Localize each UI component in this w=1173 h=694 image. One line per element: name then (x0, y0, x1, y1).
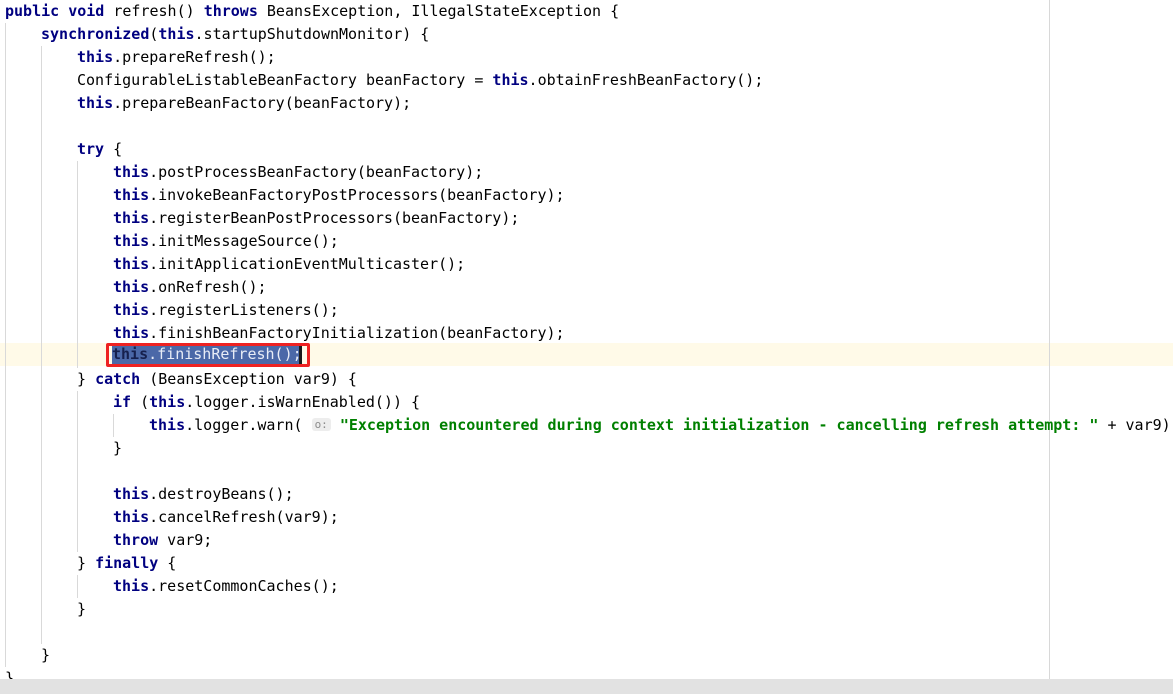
code-line[interactable]: this.destroyBeans(); (0, 483, 294, 506)
code-line[interactable]: } finally { (0, 552, 176, 575)
code-token: this (113, 278, 150, 296)
code-line[interactable]: this.initMessageSource(); (0, 230, 339, 253)
code-token: this (113, 508, 150, 526)
code-line[interactable]: this.cancelRefresh(var9); (0, 506, 339, 529)
code-token: .destroyBeans(); (149, 485, 294, 503)
code-token: public (5, 2, 60, 20)
code-line[interactable]: this.prepareRefresh(); (0, 46, 276, 69)
code-line[interactable] (0, 621, 77, 644)
code-line[interactable] (0, 115, 77, 138)
code-token: BeansException, IllegalStateException { (257, 2, 620, 20)
code-token: { (158, 554, 177, 572)
code-line[interactable]: this.logger.warn( o: "Exception encounte… (0, 414, 1173, 437)
code-line[interactable]: this.onRefresh(); (0, 276, 267, 299)
code-token: .startupShutdownMonitor) { (194, 25, 430, 43)
code-token: .logger.isWarnEnabled()) { (185, 393, 421, 411)
code-line[interactable]: this.invokeBeanFactoryPostProcessors(bea… (0, 184, 565, 207)
code-token: this (113, 186, 150, 204)
code-token: .logger.warn( (185, 416, 312, 434)
code-token: .prepareBeanFactory(beanFactory); (113, 94, 412, 112)
code-token: synchronized (41, 25, 150, 43)
code-token: .onRefresh(); (149, 278, 267, 296)
code-token: this (149, 416, 186, 434)
code-line[interactable]: synchronized(this.startupShutdownMonitor… (0, 23, 429, 46)
selected-statement-text: this.finishRefresh(); (112, 344, 302, 365)
code-token: } (5, 669, 15, 679)
code-token: throws (203, 2, 258, 20)
code-token: if (113, 393, 132, 411)
code-token: throw (113, 531, 159, 549)
code-line[interactable]: this.prepareBeanFactory(beanFactory); (0, 92, 411, 115)
code-token: this (158, 25, 195, 43)
code-token: void (68, 2, 105, 20)
code-token: .cancelRefresh(var9); (149, 508, 339, 526)
code-token: ConfigurableListableBeanFactory beanFact… (77, 71, 493, 89)
code-line[interactable]: this.registerBeanPostProcessors(beanFact… (0, 207, 519, 230)
code-token: this (113, 209, 150, 227)
code-token: this (492, 71, 529, 89)
code-token: this (113, 255, 150, 273)
code-token: .initMessageSource(); (149, 232, 339, 250)
status-bar-strip (0, 679, 1173, 694)
text-caret (299, 344, 302, 365)
code-token: this (113, 232, 150, 250)
code-token: { (104, 140, 123, 158)
code-token: .registerListeners(); (149, 301, 339, 319)
code-line[interactable]: } catch (BeansException var9) { (0, 368, 357, 391)
code-line[interactable]: } (0, 667, 14, 679)
code-token: } (77, 554, 96, 572)
selected-keyword: this (112, 345, 149, 363)
code-token: .initApplicationEventMulticaster(); (149, 255, 466, 273)
code-line[interactable]: throw var9; (0, 529, 212, 552)
code-token: this (77, 94, 114, 112)
code-token: try (77, 140, 105, 158)
code-token: .invokeBeanFactoryPostProcessors(beanFac… (149, 186, 565, 204)
code-token: } (77, 370, 96, 388)
code-token: + var9); (1098, 416, 1173, 434)
code-token: this (113, 163, 150, 181)
code-token: refresh() (104, 2, 204, 20)
code-line[interactable]: } (0, 437, 122, 460)
code-token: this (149, 393, 186, 411)
selected-expression: .finishRefresh(); (148, 345, 302, 363)
code-token: .obtainFreshBeanFactory(); (528, 71, 764, 89)
right-margin-guide (1049, 0, 1050, 679)
code-token: this (113, 324, 150, 342)
code-token: .registerBeanPostProcessors(beanFactory)… (149, 209, 520, 227)
code-editor-viewport[interactable]: public void refresh() throws BeansExcept… (0, 0, 1173, 679)
code-line[interactable]: this.initApplicationEventMulticaster(); (0, 253, 465, 276)
code-token: } (113, 439, 123, 457)
code-line[interactable]: } (0, 598, 86, 621)
code-line[interactable]: this.resetCommonCaches(); (0, 575, 339, 598)
code-token: finally (95, 554, 159, 572)
code-token: this (77, 48, 114, 66)
code-token: .postProcessBeanFactory(beanFactory); (149, 163, 484, 181)
code-token: catch (95, 370, 141, 388)
code-token: ( (131, 393, 150, 411)
code-token: .prepareRefresh(); (113, 48, 276, 66)
code-line[interactable]: } (0, 644, 50, 667)
code-token: this (113, 485, 150, 503)
parameter-name-hint: o: (311, 418, 331, 431)
code-line[interactable]: this.finishBeanFactoryInitialization(bea… (0, 322, 565, 345)
code-line[interactable]: if (this.logger.isWarnEnabled()) { (0, 391, 420, 414)
code-token: this (113, 301, 150, 319)
code-line[interactable] (0, 460, 113, 483)
code-line[interactable]: public void refresh() throws BeansExcept… (0, 0, 619, 23)
code-token: var9; (158, 531, 213, 549)
text-selection[interactable]: this.finishRefresh(); (112, 344, 302, 365)
code-line[interactable]: try { (0, 138, 122, 161)
code-token: (BeansException var9) { (140, 370, 357, 388)
code-line[interactable]: ConfigurableListableBeanFactory beanFact… (0, 69, 763, 92)
code-token: .resetCommonCaches(); (149, 577, 339, 595)
code-token: "Exception encountered during context in… (339, 416, 1099, 434)
code-token: } (77, 600, 87, 618)
code-token: } (41, 646, 51, 664)
code-token: .finishBeanFactoryInitialization(beanFac… (149, 324, 565, 342)
code-token: this (113, 577, 150, 595)
code-line[interactable]: this.registerListeners(); (0, 299, 339, 322)
code-line[interactable]: this.postProcessBeanFactory(beanFactory)… (0, 161, 483, 184)
